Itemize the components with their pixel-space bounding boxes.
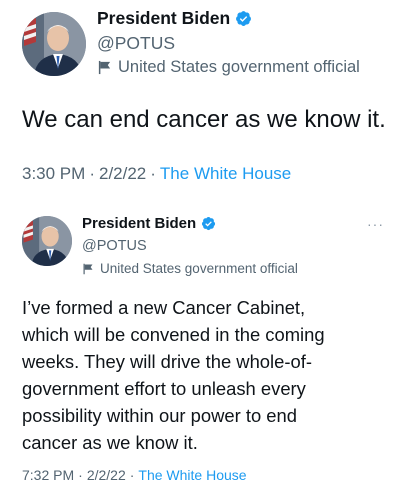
tweet-source-link[interactable]: The White House xyxy=(138,467,246,483)
tweet-time[interactable]: 3:30 PM xyxy=(22,164,85,183)
verified-badge-icon xyxy=(201,216,216,231)
government-label: United States government official xyxy=(97,58,360,77)
tweet-source-link[interactable]: The White House xyxy=(160,164,291,183)
author-handle[interactable]: @POTUS xyxy=(82,238,147,254)
separator: · xyxy=(129,467,135,483)
tweet-time[interactable]: 7:32 PM xyxy=(22,467,74,483)
avatar-photo-icon xyxy=(22,12,86,76)
author-name[interactable]: President Biden xyxy=(82,215,196,232)
tweet-2: President Biden @POTUS United States gov… xyxy=(0,204,412,500)
author-row: President Biden xyxy=(82,215,216,232)
tweet-date[interactable]: 2/2/22 xyxy=(87,467,126,483)
government-flag-icon xyxy=(97,60,112,75)
tweet-1: President Biden @POTUS United States gov… xyxy=(0,0,412,204)
author-name[interactable]: President Biden xyxy=(97,8,230,29)
more-options-icon[interactable]: ··· xyxy=(367,216,384,232)
tweet-text: I’ve formed a new Cancer Cabinet, which … xyxy=(22,297,325,453)
government-label-text: United States government official xyxy=(100,261,298,276)
verified-badge-icon xyxy=(235,10,252,27)
avatar[interactable] xyxy=(22,216,72,266)
avatar-photo-icon xyxy=(22,216,72,266)
tweet-metadata: 7:32 PM · 2/2/22 · The White House xyxy=(22,467,247,483)
separator: · xyxy=(89,164,95,183)
author-row: President Biden xyxy=(97,8,252,29)
avatar[interactable] xyxy=(22,12,86,76)
tweet-date[interactable]: 2/2/22 xyxy=(99,164,146,183)
government-flag-icon xyxy=(82,263,94,275)
government-label-text: United States government official xyxy=(118,58,360,76)
separator: · xyxy=(150,164,156,183)
government-label: United States government official xyxy=(82,261,298,276)
tweet-metadata: 3:30 PM · 2/2/22 · The White House xyxy=(22,164,291,184)
separator: · xyxy=(78,467,83,483)
author-handle[interactable]: @POTUS xyxy=(97,33,175,54)
tweet-text: We can end cancer as we know it. xyxy=(22,106,386,133)
